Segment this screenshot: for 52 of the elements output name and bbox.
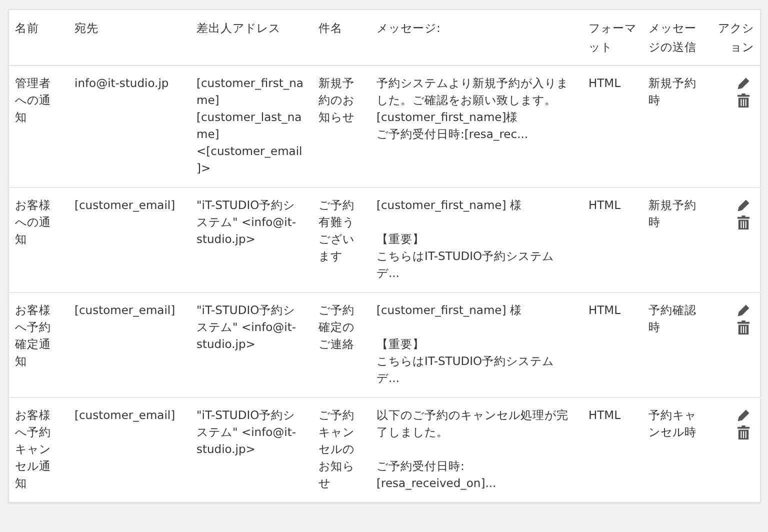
table-cell: [customer_email] bbox=[74, 198, 176, 212]
table-cell: HTML bbox=[588, 198, 621, 212]
trash-icon[interactable] bbox=[737, 93, 750, 108]
table-cell: ご予約キャンセルのお知らせ bbox=[318, 408, 354, 490]
table-cell: "iT-STUDIO予約システム" <info@it-studio.jp> bbox=[196, 303, 296, 351]
message-line: [resa_received_on]... bbox=[376, 475, 496, 492]
table-cell: [customer_email] bbox=[74, 408, 176, 422]
pencil-icon[interactable] bbox=[737, 409, 750, 422]
message-line: 予約システムより新規予約が入りました。ご確認をお願い致します。 bbox=[376, 75, 570, 109]
table-cell: ご予約確定のご連絡 bbox=[318, 303, 354, 351]
table-cell: HTML bbox=[588, 76, 621, 90]
trash-icon[interactable] bbox=[737, 320, 750, 335]
column-header: 件名 bbox=[318, 21, 342, 35]
table-cell: HTML bbox=[588, 408, 621, 422]
table-cell: 管理者への通知 bbox=[15, 76, 51, 124]
message-line: [customer_first_name] 様 bbox=[376, 302, 522, 319]
pencil-icon[interactable] bbox=[737, 304, 750, 317]
table-cell: お客様へ予約確定通知 bbox=[15, 303, 51, 368]
message-line: 【重要】 bbox=[376, 231, 424, 248]
message-line: ご予約受付日時: bbox=[376, 458, 464, 475]
table-cell: [customer_email] bbox=[74, 303, 176, 317]
pencil-icon[interactable] bbox=[737, 77, 750, 90]
trash-icon[interactable] bbox=[737, 425, 750, 440]
trash-icon[interactable] bbox=[737, 215, 750, 230]
message-line: こちらはIT-STUDIO予約システムデ... bbox=[376, 353, 556, 387]
table-cell: お客様への通知 bbox=[15, 198, 51, 246]
message-line: [customer_first_name]様 bbox=[376, 109, 518, 126]
table-cell: ご予約有難うございます bbox=[318, 198, 354, 263]
table-cell: 新規予約時 bbox=[648, 198, 696, 229]
message-line: ご予約受付日時:[resa_rec... bbox=[376, 126, 528, 143]
message-line: [customer_first_name] 様 bbox=[376, 197, 522, 214]
pencil-icon[interactable] bbox=[737, 199, 750, 212]
column-header: 名前 bbox=[15, 21, 39, 35]
table-cell: "iT-STUDIO予約システム" <info@it-studio.jp> bbox=[196, 198, 296, 246]
table-cell: 新規予約時 bbox=[648, 76, 696, 107]
table-cell: 予約確認時 bbox=[648, 303, 696, 334]
message-line: こちらはIT-STUDIO予約システムデ... bbox=[376, 248, 556, 282]
table-cell: 新規予約のお知らせ bbox=[318, 76, 354, 124]
column-header: 差出人アドレス bbox=[196, 21, 280, 35]
table-cell: HTML bbox=[588, 303, 621, 317]
table-cell: お客様へ予約キャンセル通知 bbox=[15, 408, 51, 490]
table-cell: [customer_first_name] [customer_last_name] <[customer_email]> bbox=[196, 76, 304, 175]
column-header: メッセージ: bbox=[376, 21, 440, 35]
column-header: 宛先 bbox=[74, 21, 98, 35]
column-header: アクション bbox=[718, 21, 754, 54]
column-header: メッセージの送信 bbox=[648, 21, 696, 54]
message-line: 以下のご予約のキャンセル処理が完了しました。 bbox=[376, 407, 570, 441]
table-cell: "iT-STUDIO予約システム" <info@it-studio.jp> bbox=[196, 408, 296, 456]
table-cell: info@it-studio.jp bbox=[74, 76, 169, 90]
column-header: フォーマット bbox=[588, 21, 636, 54]
table-cell: 予約キャンセル時 bbox=[648, 408, 696, 439]
message-line: 【重要】 bbox=[376, 336, 424, 353]
